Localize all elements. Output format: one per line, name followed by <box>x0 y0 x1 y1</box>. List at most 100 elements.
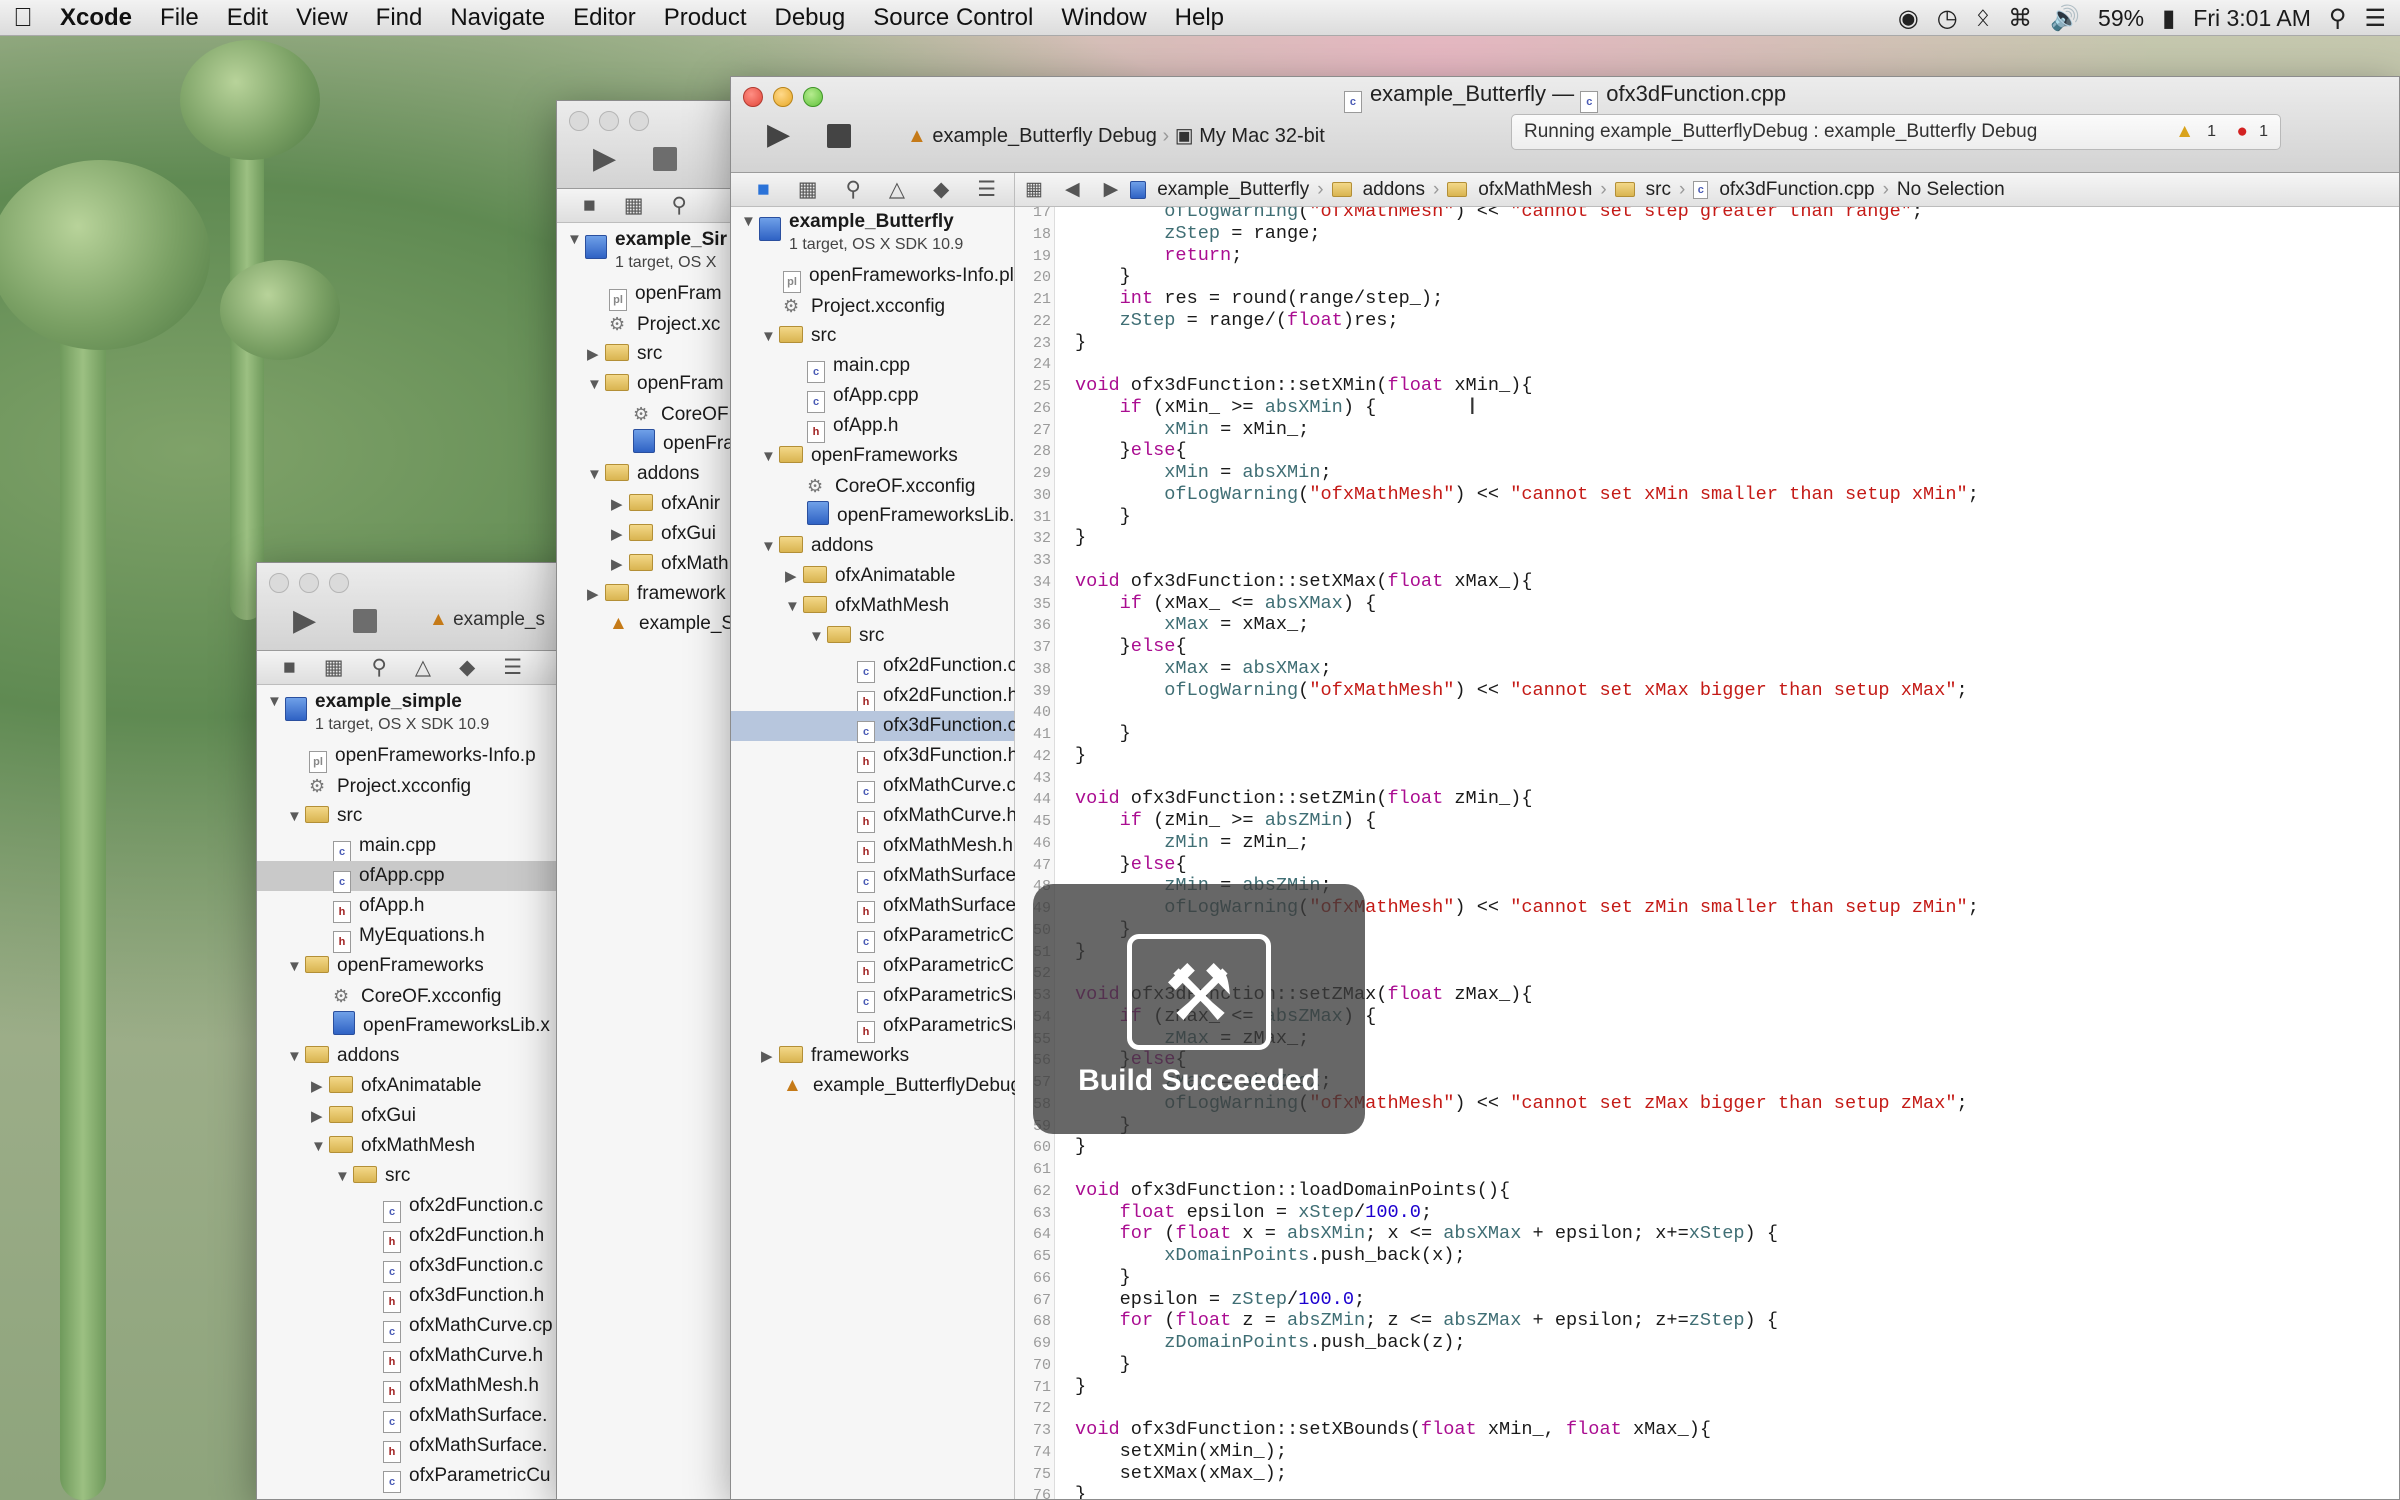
tree-item[interactable]: ⚙ CoreOF.xcconfig <box>257 981 575 1011</box>
tree-group[interactable]: ▶ frameworks <box>731 1041 1014 1071</box>
debug-icon[interactable]: ☰ <box>977 177 996 202</box>
code-line[interactable]: 47 }else{ <box>1015 854 2399 876</box>
run-icon[interactable]: ▶ <box>293 603 316 638</box>
menu-source-control[interactable]: Source Control <box>859 4 1047 32</box>
menu-file[interactable]: File <box>146 4 213 32</box>
disclosure-closed-icon[interactable]: ▶ <box>311 1072 329 1102</box>
tree-item[interactable]: pl openFram <box>557 279 755 311</box>
code-line[interactable]: 64 for (float x = absXMin; x <= absXMax … <box>1015 1223 2399 1245</box>
code-line[interactable]: 61 <box>1015 1158 2399 1180</box>
tree-group[interactable]: ▼ ofxMathMesh <box>257 1131 575 1161</box>
close-button[interactable] <box>269 573 289 593</box>
tree-item[interactable]: c ofx2dFunction.cpp <box>731 651 1038 683</box>
code-line[interactable]: 42} <box>1015 745 2399 767</box>
tree-item[interactable]: openFra <box>557 429 755 459</box>
tree-item[interactable]: c ofApp.cpp <box>731 381 1014 413</box>
tree-group[interactable]: ▶ ofxGui <box>557 519 755 549</box>
tree-item[interactable]: h ofxMathSurface.h <box>731 891 1032 923</box>
disclosure-closed-icon[interactable]: ▶ <box>611 520 629 550</box>
tree-item[interactable]: h ofx3dFunction.h <box>257 1281 575 1313</box>
code-line[interactable]: 65 xDomainPoints.push_back(x); <box>1015 1245 2399 1267</box>
code-line[interactable]: 60} <box>1015 1136 2399 1158</box>
tree-item[interactable]: ▲ example_S <box>557 609 755 639</box>
run-button[interactable]: ▶ <box>767 117 790 152</box>
folder-icon[interactable]: ■ <box>283 656 296 680</box>
jump-project[interactable]: example_Butterfly <box>1130 179 1309 201</box>
screen-record-icon[interactable]: ◉ <box>1898 4 1919 33</box>
project-row[interactable]: ▼ example_Sir 1 target, OS X <box>557 229 755 279</box>
menu-help[interactable]: Help <box>1161 4 1238 32</box>
code-line[interactable]: 25 void ofx3dFunction::setXMin(float xMin… <box>1015 375 2399 397</box>
tree-item[interactable]: openFrameworksLib.x <box>257 1011 575 1041</box>
code-line[interactable]: 26 if (xMin_ >= absXMin) { <box>1015 397 2399 419</box>
tree-item[interactable]: h ofxMathCurve.h <box>257 1341 575 1373</box>
disclosure-open-icon[interactable]: ▼ <box>761 322 779 352</box>
code-line[interactable]: 32} <box>1015 527 2399 549</box>
spotlight-search-icon[interactable]: ⚲ <box>2329 4 2347 33</box>
menu-navigate[interactable]: Navigate <box>436 4 559 32</box>
disclosure-closed-icon[interactable]: ▶ <box>311 1102 329 1132</box>
stop-icon[interactable] <box>653 147 677 171</box>
code-line[interactable]: 37 }else{ <box>1015 636 2399 658</box>
disclosure-open-icon[interactable]: ▼ <box>761 532 779 562</box>
code-line[interactable]: 31 } <box>1015 506 2399 528</box>
tree-item[interactable]: h ofApp.h <box>731 411 1014 443</box>
menu-window[interactable]: Window <box>1047 4 1160 32</box>
disclosure-open-icon[interactable]: ▼ <box>785 592 803 622</box>
symbol-icon[interactable]: ▦ <box>624 193 644 218</box>
menu-app-name[interactable]: Xcode <box>46 4 146 32</box>
disclosure-open-icon[interactable]: ▼ <box>287 802 305 832</box>
code-line[interactable]: 45 if (zMin_ >= absZMin) { <box>1015 810 2399 832</box>
test-icon[interactable]: ◆ <box>459 655 475 680</box>
source-editor[interactable]: 17 ofLogWarning("ofxMathMesh") << "canno… <box>1015 207 2399 1499</box>
tree-item[interactable]: pl openFrameworks-Info.plist <box>731 261 1033 293</box>
disclosure-open-icon[interactable]: ▼ <box>311 1132 329 1162</box>
disclosure-open-icon[interactable]: ▼ <box>567 229 585 251</box>
disclosure-open-icon[interactable]: ▼ <box>287 952 305 982</box>
disclosure-closed-icon[interactable]: ▶ <box>611 550 629 580</box>
back-arrow-icon[interactable]: ◀ <box>1065 178 1080 201</box>
tree-item[interactable]: h ofx2dFunction.h <box>257 1221 575 1253</box>
code-line[interactable]: 41 } <box>1015 723 2399 745</box>
tree-item[interactable]: h ofxMathMesh.h <box>731 831 1014 863</box>
debug-icon[interactable]: ☰ <box>503 655 522 680</box>
battery-percent[interactable]: 59% <box>2098 5 2144 32</box>
tree-item[interactable]: c main.cpp <box>731 351 1014 383</box>
tree-item[interactable]: c ofxMathCurve.cpp <box>731 771 1037 803</box>
apple-icon[interactable]:  <box>0 2 46 33</box>
volume-icon[interactable]: 🔊 <box>2050 4 2080 33</box>
jump-selection[interactable]: No Selection <box>1897 179 2005 201</box>
code-line[interactable]: 75 setXMax(xMax_); <box>1015 1463 2399 1485</box>
code-line[interactable]: 76} <box>1015 1484 2399 1499</box>
tree-group[interactable]: ▶ ofxAnir <box>557 489 755 519</box>
tree-group[interactable]: ▶ ofxMath <box>557 549 755 579</box>
tree-item[interactable]: h ofx2dFunction.h <box>731 681 1018 713</box>
code-line[interactable]: 36 xMax = xMax_; <box>1015 614 2399 636</box>
code-line[interactable]: 34 void ofx3dFunction::setXMax(float xMax… <box>1015 571 2399 593</box>
code-line[interactable]: 67 epsilon = zStep/100.0; <box>1015 1289 2399 1311</box>
disclosure-open-icon[interactable]: ▼ <box>335 1162 353 1192</box>
code-line[interactable]: 18 zStep = range; <box>1015 223 2399 245</box>
code-line[interactable]: 66 } <box>1015 1267 2399 1289</box>
project-row[interactable]: ▼ example_Butterfly 1 target, OS X SDK 10.… <box>731 211 1014 261</box>
menu-find[interactable]: Find <box>362 4 437 32</box>
activity-view[interactable]: Running example_ButterflyDebug : example… <box>1511 114 2281 150</box>
code-line[interactable]: 46 zMin = zMin_; <box>1015 832 2399 854</box>
tree-item-selected[interactable]: c ofApp.cpp <box>257 861 575 893</box>
tree-item[interactable]: ⚙ CoreOF.xcconfig <box>731 471 1014 501</box>
tree-group[interactable]: ▼ ofxMathMesh <box>731 591 1014 621</box>
tree-item[interactable]: c ofxParametricCu <box>257 1461 575 1493</box>
bluetooth-icon[interactable]: ᛟ <box>1976 4 1990 32</box>
tree-item[interactable]: c ofxParametricSurface.cpp <box>731 981 1102 1013</box>
code-line[interactable]: 73 void ofx3dFunction::setXBounds(float x… <box>1015 1419 2399 1441</box>
disclosure-closed-icon[interactable]: ▶ <box>785 562 803 592</box>
run-icon[interactable]: ▶ <box>593 141 616 176</box>
menu-editor[interactable]: Editor <box>559 4 650 32</box>
tree-item[interactable]: ⚙ Project.xcconfig <box>257 771 575 801</box>
folder-icon[interactable]: ■ <box>583 194 596 218</box>
code-line[interactable]: 35 if (xMax_ <= absXMax) { <box>1015 593 2399 615</box>
disclosure-open-icon[interactable]: ▼ <box>587 370 605 400</box>
tree-item[interactable]: openFrameworksLib.xcodeproj <box>731 501 1097 531</box>
scheme-selector[interactable]: ▲ example_Butterfly Debug › ▣ My Mac 32-… <box>907 123 1325 148</box>
disclosure-open-icon[interactable]: ▼ <box>587 460 605 490</box>
